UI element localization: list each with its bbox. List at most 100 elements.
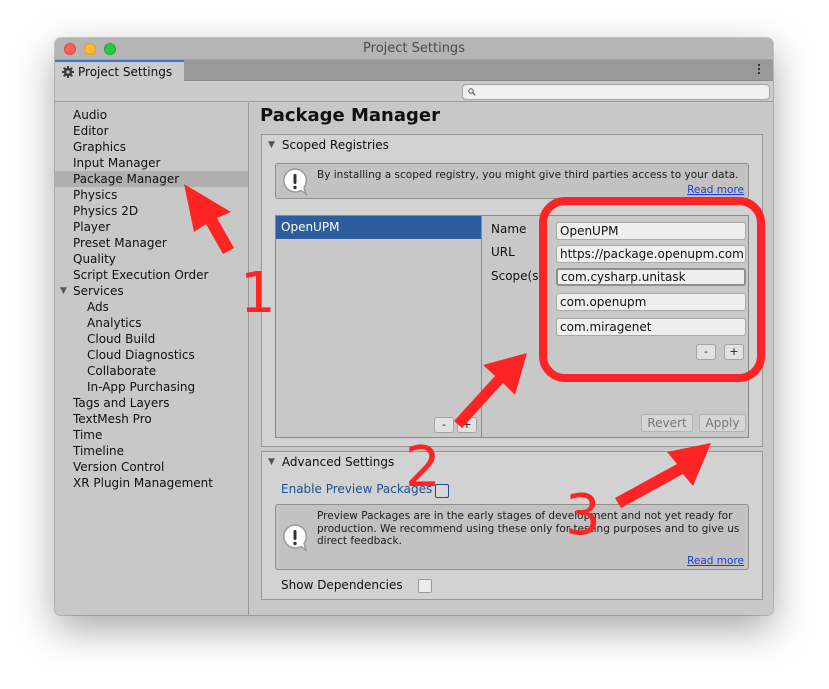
sidebar-item-services[interactable]: ▼ Services: [55, 283, 248, 299]
add-registry-button[interactable]: +: [457, 417, 477, 433]
sidebar-item-package-manager[interactable]: Package Manager: [55, 171, 248, 187]
annotation-number-2: 2: [405, 435, 441, 500]
scoped-registries-section: ▼ Scoped Registries By installing a scop…: [261, 134, 763, 447]
settings-sidebar: Audio Editor Graphics Input Manager Package …: [55, 103, 249, 615]
scope-field[interactable]: [556, 268, 746, 286]
settings-category-list: Audio Editor Graphics Input Manager Package …: [55, 103, 248, 491]
foldout-triangle-icon: ▼: [268, 457, 275, 467]
page-title: Package Manager: [260, 105, 440, 126]
sidebar-item-label: Script Execution Order: [73, 268, 209, 282]
tab-label: Project Settings: [78, 64, 173, 79]
sidebar-item-preset-manager[interactable]: Preset Manager: [55, 235, 248, 251]
info-bubble-icon: [283, 168, 308, 196]
revert-button[interactable]: Revert: [641, 414, 693, 432]
sidebar-item-label: Time: [73, 428, 103, 442]
sidebar-item-quality[interactable]: Quality: [55, 251, 248, 267]
info-bubble-icon: [283, 524, 308, 552]
sidebar-item-textmesh-pro[interactable]: TextMesh Pro: [55, 411, 248, 427]
section-header: Advanced Settings: [281, 455, 395, 469]
sidebar-item-label: Version Control: [73, 460, 165, 474]
registry-name-field[interactable]: [556, 222, 746, 240]
scoped-registry-warning: By installing a scoped registry, you mig…: [275, 163, 749, 199]
read-more-link[interactable]: Read more: [687, 184, 744, 196]
help-text: By installing a scoped registry, you mig…: [317, 169, 739, 181]
sidebar-item-editor[interactable]: Editor: [55, 123, 248, 139]
advanced-settings-section: ▼ Advanced Settings Enable Preview Packa…: [261, 451, 763, 600]
scopes-label: Scope(s): [491, 269, 544, 283]
sidebar-item-label: Input Manager: [73, 156, 161, 170]
scope-field[interactable]: [556, 293, 746, 311]
annotation-number-1: 1: [240, 261, 276, 326]
registry-url-field[interactable]: [556, 245, 746, 263]
sidebar-item-label: Quality: [73, 252, 116, 266]
package-manager-panel: Package Manager ▼ Scoped Registries By i…: [250, 103, 773, 615]
tab-project-settings[interactable]: Project Settings: [55, 60, 184, 81]
toolbar: [55, 81, 773, 102]
registry-details-form: Name URL Scope(s) - + Revert Apply: [482, 215, 749, 438]
sidebar-item-label: Services: [73, 284, 124, 298]
remove-scope-button[interactable]: -: [696, 344, 716, 360]
kebab-menu-icon[interactable]: [758, 64, 761, 74]
sidebar-item-label: Physics: [73, 188, 118, 202]
name-label: Name: [491, 222, 527, 236]
sidebar-item-collaborate[interactable]: Collaborate: [55, 363, 248, 379]
registry-list: OpenUPM - +: [275, 215, 482, 438]
title-bar: Project Settings: [55, 38, 773, 60]
read-more-link[interactable]: Read more: [687, 555, 744, 567]
registry-list-item[interactable]: OpenUPM: [276, 216, 481, 239]
help-text: Preview Packages are in the early stages…: [317, 510, 740, 547]
gear-icon: [62, 65, 74, 78]
sidebar-item-in-app-purchasing[interactable]: In-App Purchasing: [55, 379, 248, 395]
annotation-number-3: 3: [565, 483, 601, 548]
sidebar-item-player[interactable]: Player: [55, 219, 248, 235]
sidebar-item-label: Cloud Build: [87, 332, 156, 346]
sidebar-item-audio[interactable]: Audio: [55, 107, 248, 123]
sidebar-item-label: Player: [73, 220, 111, 234]
sidebar-item-timeline[interactable]: Timeline: [55, 443, 248, 459]
remove-registry-button[interactable]: -: [434, 417, 454, 433]
sidebar-item-label: Physics 2D: [73, 204, 139, 218]
scoped-registries-foldout[interactable]: ▼ Scoped Registries: [268, 138, 389, 152]
tab-bar: Project Settings: [55, 60, 773, 81]
sidebar-item-ads[interactable]: Ads: [55, 299, 248, 315]
show-dependencies-checkbox[interactable]: [418, 579, 432, 593]
sidebar-item-label: Editor: [73, 124, 109, 138]
sidebar-item-analytics[interactable]: Analytics: [55, 315, 248, 331]
sidebar-item-version-control[interactable]: Version Control: [55, 459, 248, 475]
sidebar-item-physics-2d[interactable]: Physics 2D: [55, 203, 248, 219]
sidebar-item-xr-plugin-management[interactable]: XR Plugin Management: [55, 475, 248, 491]
sidebar-item-label: Analytics: [87, 316, 142, 330]
window-title: Project Settings: [363, 41, 465, 56]
section-header: Scoped Registries: [281, 138, 389, 152]
sidebar-item-cloud-build[interactable]: Cloud Build: [55, 331, 248, 347]
sidebar-item-label: Graphics: [73, 140, 126, 154]
sidebar-item-input-manager[interactable]: Input Manager: [55, 155, 248, 171]
sidebar-item-label: Collaborate: [87, 364, 157, 378]
scope-field[interactable]: [556, 318, 746, 336]
sidebar-item-cloud-diagnostics[interactable]: Cloud Diagnostics: [55, 347, 248, 363]
sidebar-item-script-execution-order[interactable]: Script Execution Order: [55, 267, 248, 283]
url-label: URL: [491, 245, 515, 259]
sidebar-item-graphics[interactable]: Graphics: [55, 139, 248, 155]
sidebar-item-tags-and-layers[interactable]: Tags and Layers: [55, 395, 248, 411]
sidebar-item-label: Cloud Diagnostics: [87, 348, 195, 362]
show-dependencies-label: Show Dependencies: [281, 578, 403, 592]
sidebar-item-time[interactable]: Time: [55, 427, 248, 443]
search-input[interactable]: [462, 84, 770, 100]
sidebar-item-label: Package Manager: [73, 172, 180, 186]
project-settings-window: Project Settings Project Settings Audio …: [55, 38, 773, 615]
advanced-settings-foldout[interactable]: ▼ Advanced Settings: [268, 455, 394, 469]
preview-packages-warning: Preview Packages are in the early stages…: [275, 504, 749, 570]
foldout-triangle-icon: ▼: [268, 140, 275, 150]
apply-button[interactable]: Apply: [699, 414, 746, 432]
sidebar-item-label: Audio: [73, 108, 108, 122]
sidebar-item-label: Ads: [87, 300, 109, 314]
sidebar-item-label: TextMesh Pro: [73, 412, 152, 426]
expand-triangle-icon[interactable]: ▼: [60, 283, 67, 299]
sidebar-item-label: In-App Purchasing: [87, 380, 196, 394]
sidebar-item-label: Tags and Layers: [73, 396, 170, 410]
sidebar-item-label: XR Plugin Management: [73, 476, 213, 490]
add-scope-button[interactable]: +: [724, 344, 744, 360]
search-icon: [468, 88, 476, 96]
sidebar-item-physics[interactable]: Physics: [55, 187, 248, 203]
